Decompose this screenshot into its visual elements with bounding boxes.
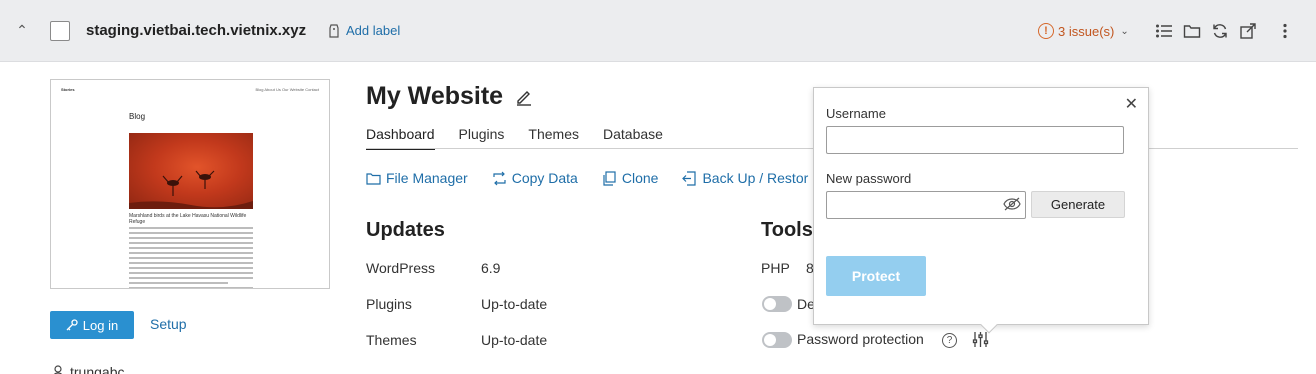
- preview-nav-links: Blog About Us Our Website Contact: [255, 87, 319, 92]
- preview-site-name: Stories: [61, 87, 75, 92]
- chevron-down-icon: ⌄: [1120, 25, 1129, 37]
- username-label: Username: [826, 106, 886, 121]
- backup-restore-link[interactable]: Back Up / Restor: [682, 170, 808, 186]
- file-manager-link[interactable]: File Manager: [366, 170, 468, 186]
- user-icon: [53, 365, 63, 374]
- folder-icon[interactable]: [1183, 22, 1201, 40]
- debugging-toggle[interactable]: [762, 296, 792, 312]
- birds-image: [129, 170, 253, 209]
- copy-data-link[interactable]: Copy Data: [492, 170, 578, 186]
- preview-hero-image: [129, 133, 253, 209]
- clone-link[interactable]: Clone: [602, 170, 659, 186]
- generate-password-button[interactable]: Generate: [1031, 191, 1125, 218]
- collapse-chevron-icon[interactable]: ⌃: [14, 22, 30, 38]
- tools-title: Tools: [761, 219, 813, 241]
- edit-pencil-icon[interactable]: [515, 88, 533, 106]
- tag-icon: [329, 23, 339, 38]
- password-protection-popover: ✕ Username New password Generate Protect: [813, 87, 1149, 334]
- tab-plugins[interactable]: Plugins: [459, 126, 505, 150]
- copy-data-icon: [493, 171, 506, 185]
- site-domain[interactable]: staging.vietbai.tech.vietnix.xyz: [86, 22, 306, 39]
- tab-themes[interactable]: Themes: [528, 126, 579, 150]
- themes-label: Themes: [366, 332, 417, 348]
- tab-database[interactable]: Database: [603, 126, 663, 150]
- protect-button[interactable]: Protect: [826, 256, 926, 296]
- more-options-icon[interactable]: [1276, 22, 1294, 40]
- help-icon[interactable]: ?: [942, 333, 957, 348]
- login-label: Log in: [82, 317, 119, 333]
- wordpress-label: WordPress: [366, 260, 435, 276]
- hide-password-eye-icon[interactable]: [1003, 197, 1021, 211]
- site-preview-thumbnail[interactable]: Stories Blog About Us Our Website Contac…: [50, 79, 330, 289]
- new-password-input[interactable]: [826, 191, 1026, 219]
- username-input[interactable]: [826, 126, 1124, 154]
- preview-caption: Marshland birds at the Lake Havasu Natio…: [129, 213, 247, 225]
- preview-heading: Blog: [129, 112, 146, 121]
- issues-count: 3 issue(s): [1058, 23, 1115, 39]
- add-label-button[interactable]: Add label: [328, 23, 400, 38]
- themes-status: Up-to-date: [481, 332, 548, 348]
- select-site-checkbox[interactable]: [50, 21, 70, 41]
- php-label: PHP: [761, 260, 790, 276]
- password-protection-toggle[interactable]: [762, 332, 792, 348]
- updates-title: Updates: [366, 219, 445, 241]
- list-icon[interactable]: [1155, 22, 1173, 40]
- clone-icon: [603, 170, 616, 186]
- settings-sliders-icon[interactable]: [972, 331, 989, 348]
- backup-icon: [682, 170, 697, 186]
- quick-actions: File Manager Copy Data Clone Back Up / R…: [366, 170, 808, 186]
- password-protection-label: Password protection: [797, 331, 924, 347]
- site-user: trungabc: [52, 364, 124, 374]
- copy-data-label: Copy Data: [511, 170, 578, 186]
- user-name: trungabc: [70, 364, 125, 374]
- close-icon[interactable]: ✕: [1125, 94, 1138, 114]
- site-tabs: Dashboard Plugins Themes Database: [366, 126, 663, 150]
- login-button[interactable]: Log in: [50, 311, 134, 339]
- file-manager-label: File Manager: [386, 170, 468, 186]
- refresh-icon[interactable]: [1211, 22, 1229, 40]
- backup-restore-label: Back Up / Restor: [702, 170, 809, 186]
- tab-dashboard[interactable]: Dashboard: [366, 126, 435, 150]
- setup-link[interactable]: Setup: [150, 316, 187, 332]
- site-header-bar: ⌃ staging.vietbai.tech.vietnix.xyz Add l…: [0, 0, 1316, 62]
- plugins-status: Up-to-date: [481, 296, 548, 312]
- preview-body-text: [129, 227, 253, 288]
- warning-icon: !: [1038, 23, 1054, 39]
- issues-dropdown[interactable]: ! 3 issue(s) ⌄: [1038, 23, 1129, 39]
- site-title: My Website: [366, 82, 533, 111]
- site-title-text: My Website: [366, 82, 504, 110]
- key-icon: [66, 319, 78, 331]
- add-label-text: Add label: [346, 23, 401, 38]
- open-external-icon[interactable]: [1239, 22, 1257, 40]
- plugins-label: Plugins: [366, 296, 412, 312]
- clone-label: Clone: [621, 170, 659, 186]
- new-password-label: New password: [826, 171, 912, 186]
- folder-icon: [366, 172, 381, 185]
- wordpress-version: 6.9: [481, 260, 501, 276]
